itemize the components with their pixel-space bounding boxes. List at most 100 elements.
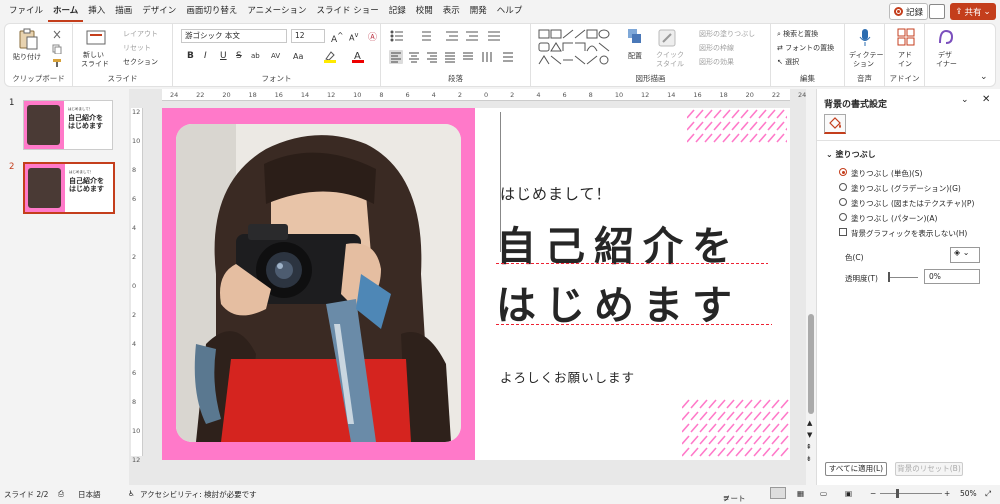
hide-bg-graphics-label[interactable]: 背景グラフィックを表示しない(H) bbox=[851, 228, 967, 239]
menu-help[interactable]: ヘルプ bbox=[492, 0, 528, 22]
solid-fill-label[interactable]: 塗りつぶし (単色)(S) bbox=[851, 168, 922, 179]
transparency-input[interactable]: 0% bbox=[924, 269, 980, 284]
slide-subtitle-text[interactable]: よろしくお願いします bbox=[500, 367, 635, 386]
slide-title-line-2[interactable]: はじめます bbox=[496, 284, 741, 328]
paste-icon[interactable] bbox=[17, 28, 39, 50]
next-slide-icon[interactable]: ⇟ bbox=[806, 455, 812, 463]
addins-icon[interactable] bbox=[897, 28, 915, 46]
fill-category-tab[interactable] bbox=[824, 114, 846, 134]
grow-font-icon[interactable]: A^ bbox=[331, 31, 343, 45]
pattern-fill-radio[interactable] bbox=[839, 213, 847, 221]
solid-fill-radio[interactable] bbox=[839, 168, 847, 176]
zoom-out-icon[interactable]: − bbox=[870, 489, 876, 498]
font-name-combo[interactable]: 游ゴシック 本文 bbox=[181, 29, 287, 43]
transparency-slider[interactable] bbox=[888, 277, 918, 278]
zoom-slider-thumb[interactable] bbox=[896, 489, 899, 498]
reset-background-button[interactable]: 背景のリセット(B) bbox=[895, 462, 963, 476]
font-size-combo[interactable]: 12 bbox=[291, 29, 325, 43]
scroll-down-icon[interactable]: ▼ bbox=[807, 431, 812, 439]
microphone-icon[interactable] bbox=[858, 28, 872, 48]
horizontal-ruler[interactable]: 24 22 20 18 16 14 12 10 8 6 4 2 0 2 4 6 8 10 12 14 16 18 20 22 2… bbox=[162, 89, 806, 101]
zoom-slider[interactable] bbox=[880, 493, 942, 494]
arrange-icon[interactable] bbox=[627, 28, 643, 50]
menu-insert[interactable]: 挿入 bbox=[83, 0, 110, 22]
copy-icon[interactable] bbox=[52, 44, 62, 54]
hide-bg-graphics-checkbox[interactable] bbox=[839, 228, 847, 236]
new-slide-icon[interactable] bbox=[85, 28, 107, 48]
section-button[interactable]: セクション bbox=[123, 57, 158, 67]
select-button[interactable]: ↖ 選択 bbox=[777, 57, 799, 67]
replace-font-button[interactable]: ⇄ フォントの置換 bbox=[777, 43, 834, 53]
slide-sorter-icon[interactable]: ▦ bbox=[797, 489, 804, 498]
alignment-icons[interactable] bbox=[389, 50, 529, 64]
reading-view-icon[interactable]: ▭ bbox=[820, 489, 827, 498]
zoom-in-icon[interactable]: + bbox=[944, 489, 950, 498]
normal-view-icon[interactable] bbox=[770, 487, 786, 499]
menu-file[interactable]: ファイル bbox=[4, 0, 48, 22]
menu-developer[interactable]: 開発 bbox=[465, 0, 492, 22]
shape-outline-button[interactable]: 図形の枠線 bbox=[699, 43, 734, 53]
dictate-label-2[interactable]: ション bbox=[853, 59, 874, 69]
quick-styles-icon[interactable] bbox=[657, 28, 677, 48]
slide-thumbnail-1[interactable]: はじめまして！ 自己紹介を はじめます bbox=[23, 100, 113, 150]
zoom-level[interactable]: 50% bbox=[960, 489, 977, 498]
menu-draw[interactable]: 描画 bbox=[110, 0, 137, 22]
spellcheck-icon[interactable]: ⎙ bbox=[58, 489, 64, 499]
font-color-icon[interactable]: A bbox=[351, 49, 365, 63]
collapse-ribbon-icon[interactable]: ⌄ bbox=[980, 72, 988, 82]
paste-label[interactable]: 貼り付け bbox=[13, 52, 41, 62]
transparency-slider-thumb[interactable] bbox=[888, 272, 890, 282]
vertical-scrollbar[interactable]: ▲ ▼ ⇞ ⇟ bbox=[806, 89, 816, 485]
pattern-fill-label[interactable]: 塗りつぶし (パターン)(A) bbox=[851, 213, 937, 224]
slide-thumbnail-2[interactable]: はじめまして！ 自己紹介を はじめます bbox=[23, 162, 115, 214]
designer-icon[interactable] bbox=[937, 28, 955, 46]
reset-button[interactable]: リセット bbox=[123, 43, 151, 53]
vertical-ruler[interactable]: 12 10 8 6 4 2 0 2 4 6 8 10 12 bbox=[131, 108, 143, 464]
picture-fill-label[interactable]: 塗りつぶし (図またはテクスチャ)(P) bbox=[851, 198, 974, 209]
new-slide-label-2[interactable]: スライド bbox=[81, 59, 109, 69]
slideshow-icon[interactable]: ▣ bbox=[845, 489, 852, 498]
gradient-fill-radio[interactable] bbox=[839, 183, 847, 191]
chevron-down-icon[interactable]: ⌄ bbox=[961, 95, 969, 105]
italic-button[interactable]: I bbox=[204, 51, 207, 61]
strikethrough-button[interactable]: S bbox=[236, 51, 242, 61]
apply-to-all-button[interactable]: すべてに適用(L) bbox=[825, 462, 887, 476]
list-indent-icons[interactable] bbox=[389, 29, 519, 43]
language-indicator[interactable]: 日本語 bbox=[78, 489, 101, 500]
slide-greeting-text[interactable]: はじめまして！ bbox=[500, 183, 612, 204]
change-case-button[interactable]: Aa bbox=[293, 52, 303, 61]
menu-review[interactable]: 校閲 bbox=[411, 0, 438, 22]
addins-label-2[interactable]: イン bbox=[898, 59, 912, 69]
cut-icon[interactable] bbox=[52, 30, 62, 40]
find-button[interactable]: ⌕ 検索と置換 bbox=[777, 29, 818, 39]
close-icon[interactable]: ✕ bbox=[982, 94, 990, 105]
fit-to-window-icon[interactable]: ⤢ bbox=[985, 489, 991, 499]
menu-transitions[interactable]: 画面切り替え bbox=[181, 0, 242, 22]
photo-woman-with-camera[interactable] bbox=[176, 124, 461, 442]
shrink-font-icon[interactable]: Av bbox=[349, 31, 358, 43]
bold-button[interactable]: B bbox=[187, 51, 194, 61]
menu-home[interactable]: ホーム bbox=[48, 0, 84, 22]
underline-button[interactable]: U bbox=[220, 51, 227, 61]
fill-section-header[interactable]: ⌄ 塗りつぶし bbox=[826, 149, 876, 160]
menu-slideshow[interactable]: スライド ショー bbox=[312, 0, 384, 22]
layout-button[interactable]: レイアウト bbox=[123, 29, 158, 39]
comments-button[interactable] bbox=[929, 4, 945, 19]
menu-design[interactable]: デザイン bbox=[137, 0, 181, 22]
picture-fill-radio[interactable] bbox=[839, 198, 847, 206]
record-button[interactable]: 記録 bbox=[889, 3, 929, 20]
menu-animations[interactable]: アニメーション bbox=[242, 0, 311, 22]
shape-effects-button[interactable]: 図形の効果 bbox=[699, 57, 734, 67]
color-picker-button[interactable]: ◈ ⌄ bbox=[950, 247, 980, 263]
highlight-icon[interactable] bbox=[323, 49, 337, 63]
shapes-gallery-icon[interactable] bbox=[537, 28, 615, 66]
char-spacing-button[interactable]: AV bbox=[271, 52, 280, 60]
slide-canvas[interactable]: はじめまして！ 自己紹介を はじめます よろしくお願いします bbox=[162, 108, 790, 460]
scrollbar-thumb[interactable] bbox=[808, 314, 814, 414]
accessibility-status[interactable]: アクセシビリティ: 検討が必要です bbox=[140, 489, 257, 500]
menu-record[interactable]: 記録 bbox=[384, 0, 411, 22]
share-button[interactable]: ⇪ 共有 ⌄ bbox=[950, 3, 996, 20]
clear-format-icon[interactable]: Ⓐ bbox=[368, 30, 377, 43]
scroll-up-icon[interactable]: ▲ bbox=[807, 419, 812, 427]
shape-fill-button[interactable]: 図形の塗りつぶし bbox=[699, 29, 755, 39]
